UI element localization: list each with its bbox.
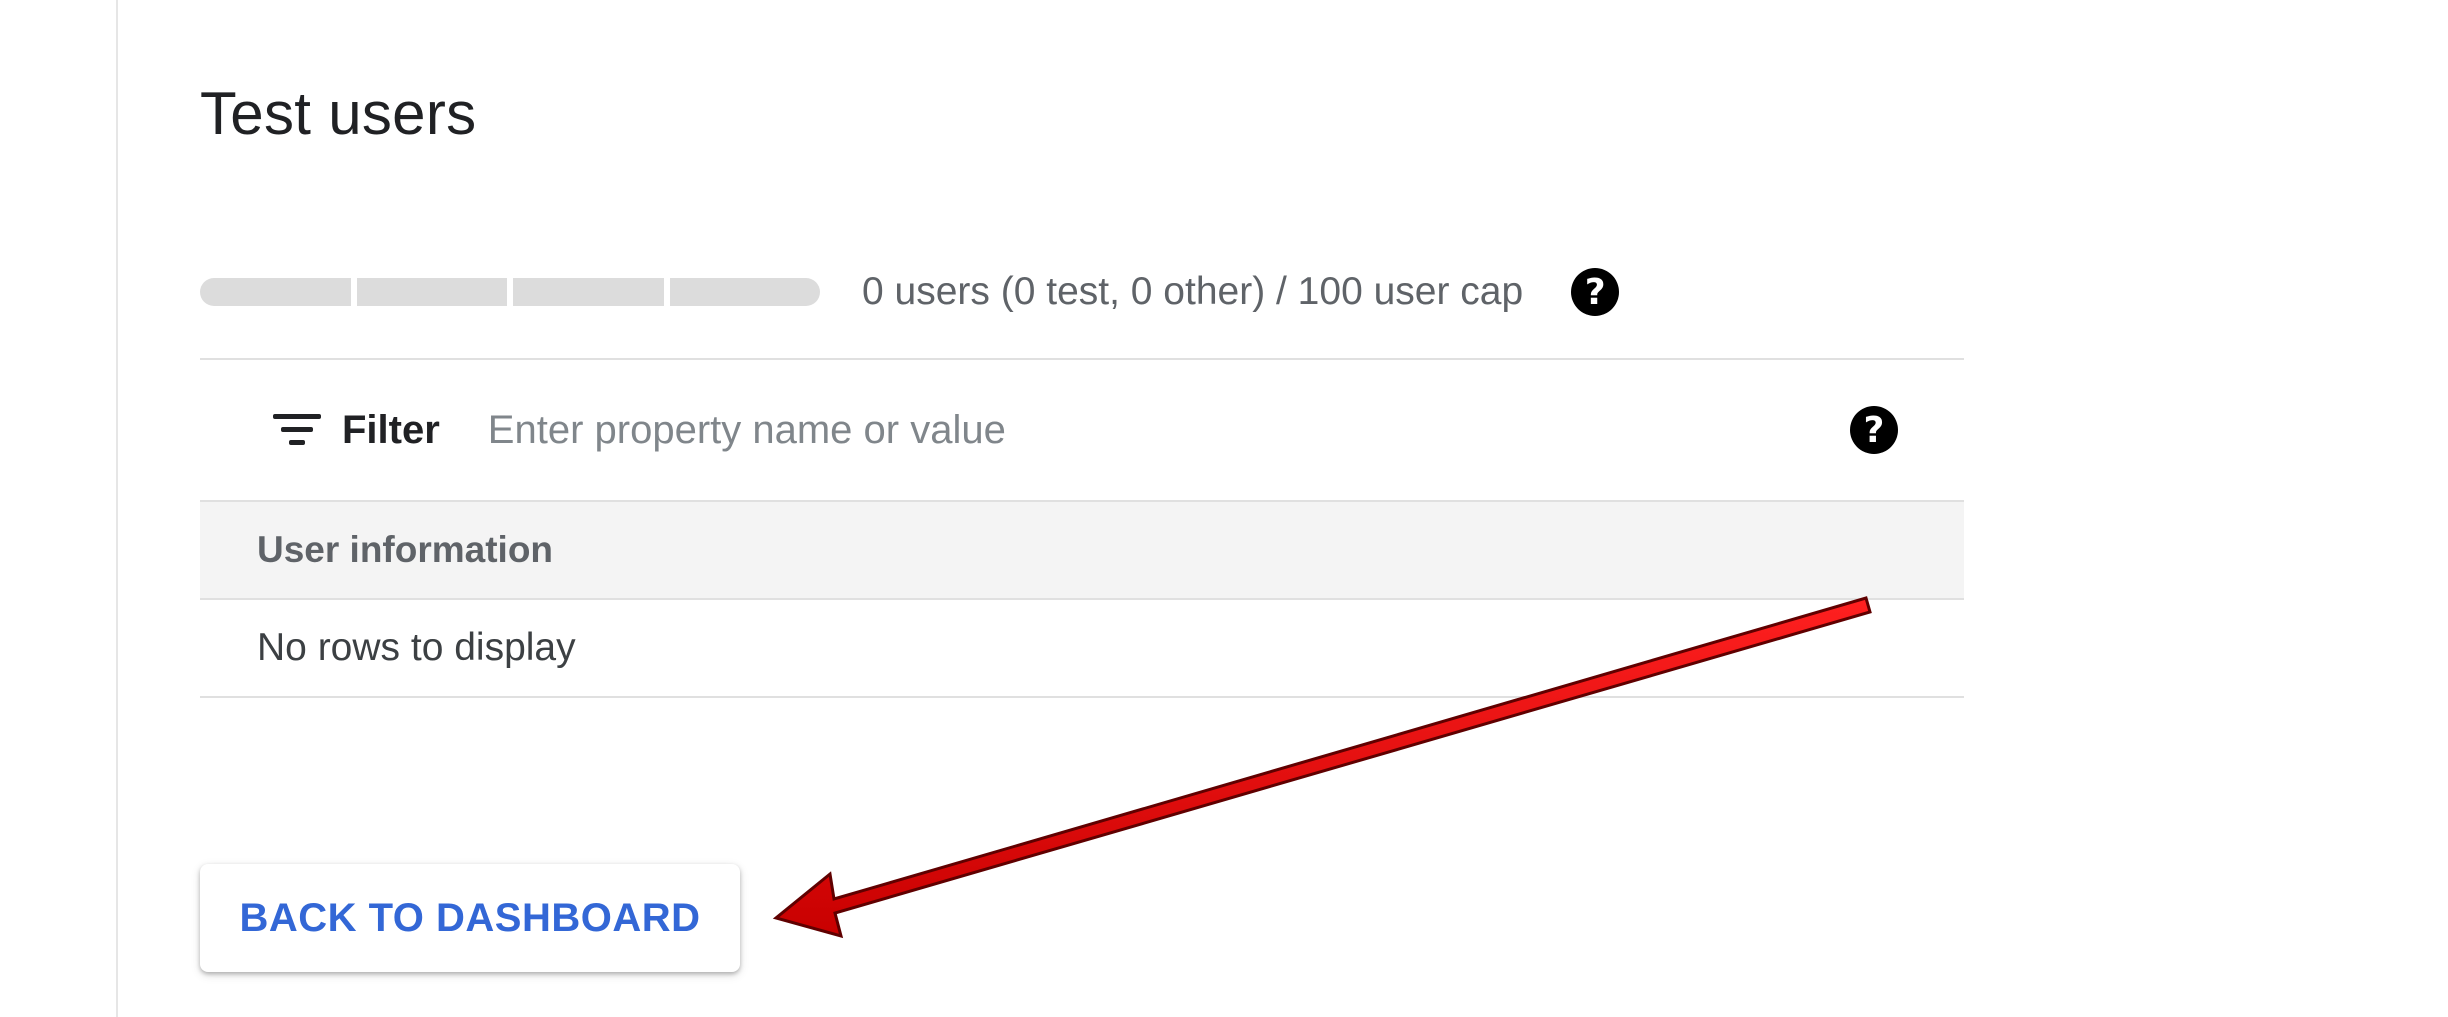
help-circle-icon[interactable]: ? [1571, 268, 1620, 316]
filter-list-icon[interactable] [272, 412, 322, 448]
filter-label[interactable]: Filter [342, 408, 440, 453]
test-users-page: Test users 0 users (0 test, 0 other) / 1… [0, 0, 2448, 1017]
user-cap-row: 0 users (0 test, 0 other) / 100 user cap… [200, 260, 1620, 324]
user-cap-segment [669, 278, 820, 306]
empty-message: No rows to display [257, 626, 576, 669]
column-header-user-information[interactable]: User information [257, 529, 553, 571]
help-circle-icon[interactable]: ? [1850, 406, 1898, 454]
user-cap-progress-bar [200, 278, 820, 306]
user-cap-segment [200, 278, 351, 306]
user-cap-segment [356, 278, 507, 306]
table-header-row: User information [200, 502, 1964, 600]
user-cap-segment [513, 278, 664, 306]
table-empty-row: No rows to display [200, 600, 1964, 698]
left-divider [116, 0, 118, 1017]
test-users-table: Filter ? User information No rows to dis… [200, 358, 1964, 698]
filter-input[interactable] [485, 406, 1690, 454]
filter-bar: Filter ? [200, 358, 1964, 502]
page-title: Test users [200, 80, 477, 147]
user-cap-summary: 0 users (0 test, 0 other) / 100 user cap [862, 270, 1524, 313]
back-to-dashboard-button[interactable]: BACK TO DASHBOARD [200, 864, 740, 972]
